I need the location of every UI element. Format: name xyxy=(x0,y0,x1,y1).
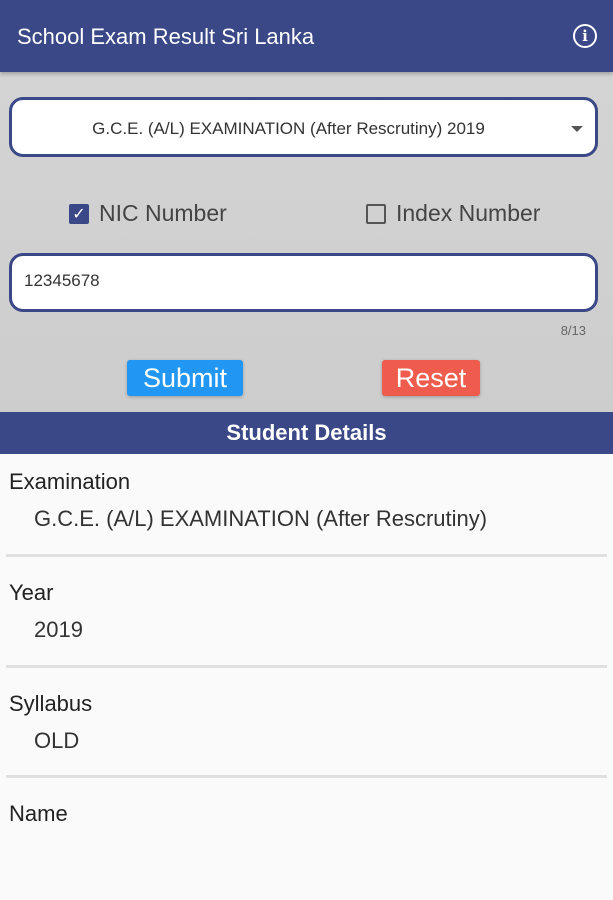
divider xyxy=(6,665,607,668)
detail-value: OLD xyxy=(34,728,80,753)
nic-checkbox-label: NIC Number xyxy=(99,200,227,226)
detail-label: Name xyxy=(9,801,68,826)
divider xyxy=(6,775,607,778)
student-details-header: Student Details xyxy=(0,412,613,454)
student-details: Examination G.C.E. (A/L) EXAMINATION (Af… xyxy=(0,454,613,900)
reset-button[interactable]: Reset xyxy=(382,360,480,396)
info-icon[interactable]: i xyxy=(573,24,597,48)
detail-label: Year xyxy=(9,580,54,605)
app-bar: School Exam Result Sri Lanka i xyxy=(0,0,613,72)
nic-input[interactable]: 12345678 xyxy=(9,253,598,312)
nic-checkbox[interactable]: ✓ xyxy=(69,203,89,224)
detail-value: 2019 xyxy=(34,617,83,642)
submit-button[interactable]: Submit xyxy=(127,360,243,396)
detail-label: Syllabus xyxy=(9,691,93,716)
detail-label: Examination xyxy=(9,469,131,494)
divider xyxy=(6,554,607,557)
index-checkbox[interactable] xyxy=(366,203,386,224)
app-title: School Exam Result Sri Lanka xyxy=(17,24,315,49)
char-counter: 8/13 xyxy=(560,323,586,338)
exam-select-value: G.C.E. (A/L) EXAMINATION (After Rescruti… xyxy=(92,119,485,138)
search-form: G.C.E. (A/L) EXAMINATION (After Rescruti… xyxy=(0,72,613,412)
index-checkbox-option[interactable]: Index Number xyxy=(366,200,540,227)
exam-select[interactable]: G.C.E. (A/L) EXAMINATION (After Rescruti… xyxy=(9,97,598,157)
nic-checkbox-option[interactable]: ✓ NIC Number xyxy=(69,200,227,227)
detail-value: G.C.E. (A/L) EXAMINATION (After Rescruti… xyxy=(34,506,488,531)
dropdown-arrow-icon xyxy=(571,126,583,132)
index-checkbox-label: Index Number xyxy=(396,200,541,226)
